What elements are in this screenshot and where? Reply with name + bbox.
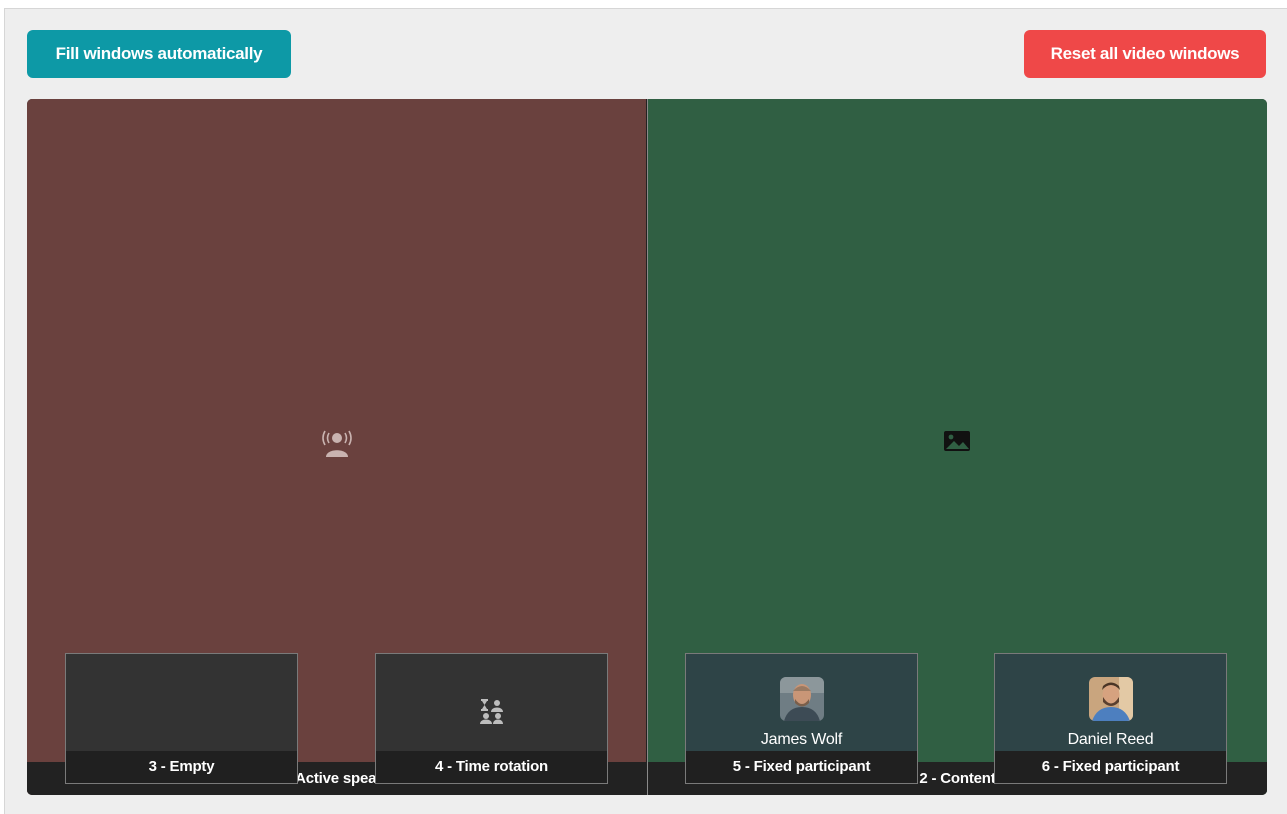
avatar bbox=[780, 677, 824, 721]
participant-name: James Wolf bbox=[760, 731, 843, 748]
video-tile-5[interactable]: James Wolf 5 - Fixed participant bbox=[685, 653, 918, 784]
video-tile-4[interactable]: 4 - Time rotation bbox=[375, 653, 608, 784]
video-tile-3-label: 3 - Empty bbox=[66, 751, 297, 783]
avatar bbox=[1089, 677, 1133, 721]
video-tile-5-label: 5 - Fixed participant bbox=[686, 751, 917, 783]
video-tile-6[interactable]: Daniel Reed 6 - Fixed participant bbox=[994, 653, 1227, 784]
image-icon bbox=[944, 431, 970, 451]
layout-editor-panel: Fill windows automatically Reset all vid… bbox=[4, 8, 1287, 814]
video-tile-6-label: 6 - Fixed participant bbox=[995, 751, 1226, 783]
video-tile-4-label: 4 - Time rotation bbox=[376, 751, 607, 783]
video-tile-3[interactable]: 3 - Empty bbox=[65, 653, 298, 784]
reset-all-video-windows-button[interactable]: Reset all video windows bbox=[1024, 30, 1266, 78]
active-speaker-icon bbox=[322, 430, 352, 457]
fill-windows-automatically-button[interactable]: Fill windows automatically bbox=[27, 30, 291, 78]
participant-name: Daniel Reed bbox=[1067, 731, 1154, 748]
time-rotation-icon bbox=[480, 699, 503, 724]
video-layout-stage: 1 - Active speaker 2 - Content 3 - Empty bbox=[27, 99, 1267, 795]
